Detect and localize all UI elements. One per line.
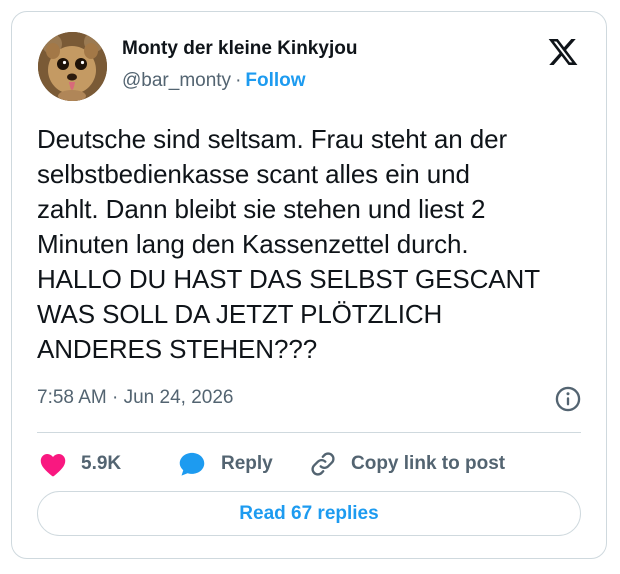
tweet-text-line: ANDERES STEHEN??? [37, 334, 318, 364]
tweet-text: Deutsche sind seltsam. Frau steht an der… [37, 122, 597, 367]
tweet-text-line: HALLO DU HAST DAS SELBST GESCANT [37, 264, 540, 294]
tweet-text-line: zahlt. Dann bleibt sie stehen und liest … [37, 194, 486, 224]
tweet-text-line: Minuten lang den Kassenzettel durch. [37, 229, 469, 259]
link-icon [311, 452, 335, 476]
avatar[interactable] [38, 32, 107, 101]
copy-link-button[interactable]: Copy link to post [309, 444, 505, 484]
tweet-text-line: selbstbedienkasse scant alles ein und [37, 159, 470, 189]
copy-link-label: Copy link to post [351, 453, 506, 474]
reply-button[interactable]: Reply [177, 444, 273, 484]
read-replies-label: Read 67 replies [239, 502, 379, 524]
reply-bubble-icon [179, 452, 205, 476]
likes-count: 5.9K [81, 453, 122, 474]
author-handle[interactable]: @bar_monty [122, 70, 231, 91]
author-display-name[interactable]: Monty der kleine Kinkyjou [122, 38, 357, 60]
kinkajou-avatar-image [38, 32, 107, 101]
like-button[interactable]: 5.9K [39, 444, 121, 484]
divider [37, 432, 581, 433]
author-handle-row: @bar_monty · Follow [122, 70, 306, 92]
info-icon[interactable] [554, 385, 582, 413]
x-logo-icon[interactable] [546, 36, 580, 68]
read-replies-button[interactable]: Read 67 replies [37, 491, 581, 536]
heart-icon [40, 453, 66, 477]
tweet-text-line: Deutsche sind seltsam. Frau steht an der [37, 124, 508, 154]
tweet-text-line: WAS SOLL DA JETZT PLÖTZLICH [37, 299, 443, 329]
reply-label: Reply [221, 453, 273, 474]
tweet-timestamp[interactable]: 7:58 AM · Jun 24, 2026 [37, 387, 233, 409]
tweet-card: Monty der kleine Kinkyjou @bar_monty · Fol… [11, 11, 607, 559]
separator-dot: · [235, 70, 242, 91]
follow-button[interactable]: Follow [245, 70, 305, 91]
